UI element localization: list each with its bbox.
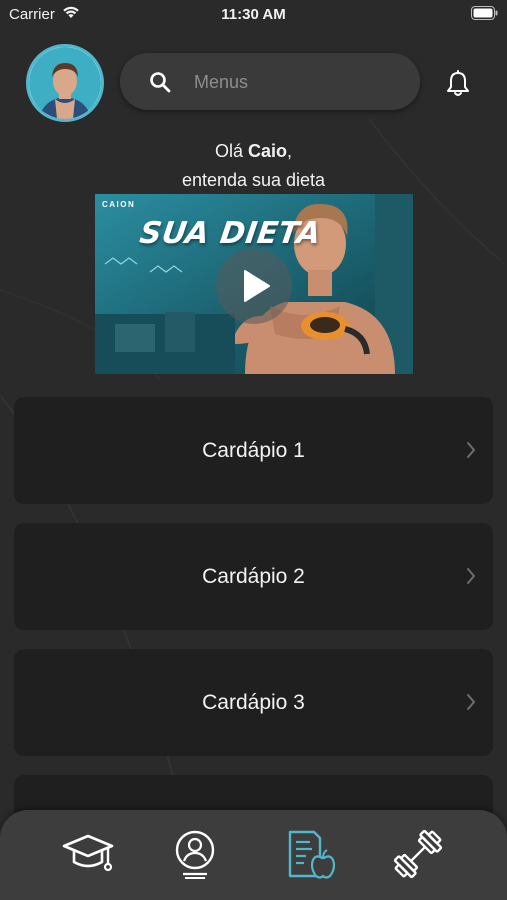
greeting-line-1: Olá Caio, bbox=[0, 137, 507, 166]
menu-card-2[interactable]: Cardápio 2 bbox=[14, 523, 493, 630]
profile-icon bbox=[175, 830, 215, 879]
graduation-cap-icon bbox=[62, 834, 114, 872]
search-bar[interactable] bbox=[120, 53, 420, 110]
nav-item-courses[interactable] bbox=[60, 828, 116, 880]
play-icon bbox=[244, 270, 270, 302]
avatar[interactable] bbox=[26, 44, 104, 122]
nav-item-workout[interactable] bbox=[390, 828, 446, 880]
menu-card-3[interactable]: Cardápio 3 bbox=[14, 649, 493, 756]
search-icon bbox=[150, 72, 171, 93]
menu-card-label: Cardápio 1 bbox=[202, 438, 305, 462]
chevron-right-icon bbox=[467, 568, 475, 584]
nav-item-profile[interactable] bbox=[167, 828, 223, 880]
chevron-right-icon bbox=[467, 442, 475, 458]
diet-document-icon bbox=[288, 830, 336, 879]
greeting-prefix: Olá bbox=[214, 141, 248, 161]
battery-icon bbox=[471, 6, 498, 20]
status-time: 11:30 AM bbox=[221, 6, 286, 23]
greeting-line-2: entenda sua dieta bbox=[181, 170, 326, 190]
menu-card-label: Cardápio 3 bbox=[202, 690, 305, 714]
greeting-name: Caio bbox=[247, 141, 287, 161]
avatar-photo bbox=[29, 47, 101, 119]
menu-card-1[interactable]: Cardápio 1 bbox=[14, 397, 493, 504]
bell-icon[interactable] bbox=[445, 70, 471, 98]
search-input[interactable] bbox=[194, 67, 404, 97]
play-button[interactable] bbox=[216, 248, 292, 324]
nav-item-diet[interactable] bbox=[282, 828, 338, 880]
bottom-nav bbox=[0, 810, 507, 900]
video-brand: CAION bbox=[102, 200, 136, 209]
greeting: Olá Caio, entenda sua dieta bbox=[0, 137, 507, 195]
greeting-suffix: , bbox=[287, 141, 293, 161]
status-bar: Carrier 11:30 AM bbox=[0, 0, 507, 30]
dumbbell-icon bbox=[393, 829, 443, 879]
video-title: SUA DIETA bbox=[137, 216, 324, 251]
chevron-right-icon bbox=[467, 694, 475, 710]
menu-card-label: Cardápio 2 bbox=[202, 564, 305, 588]
video-player[interactable]: CAION SUA DIETA bbox=[95, 194, 413, 374]
